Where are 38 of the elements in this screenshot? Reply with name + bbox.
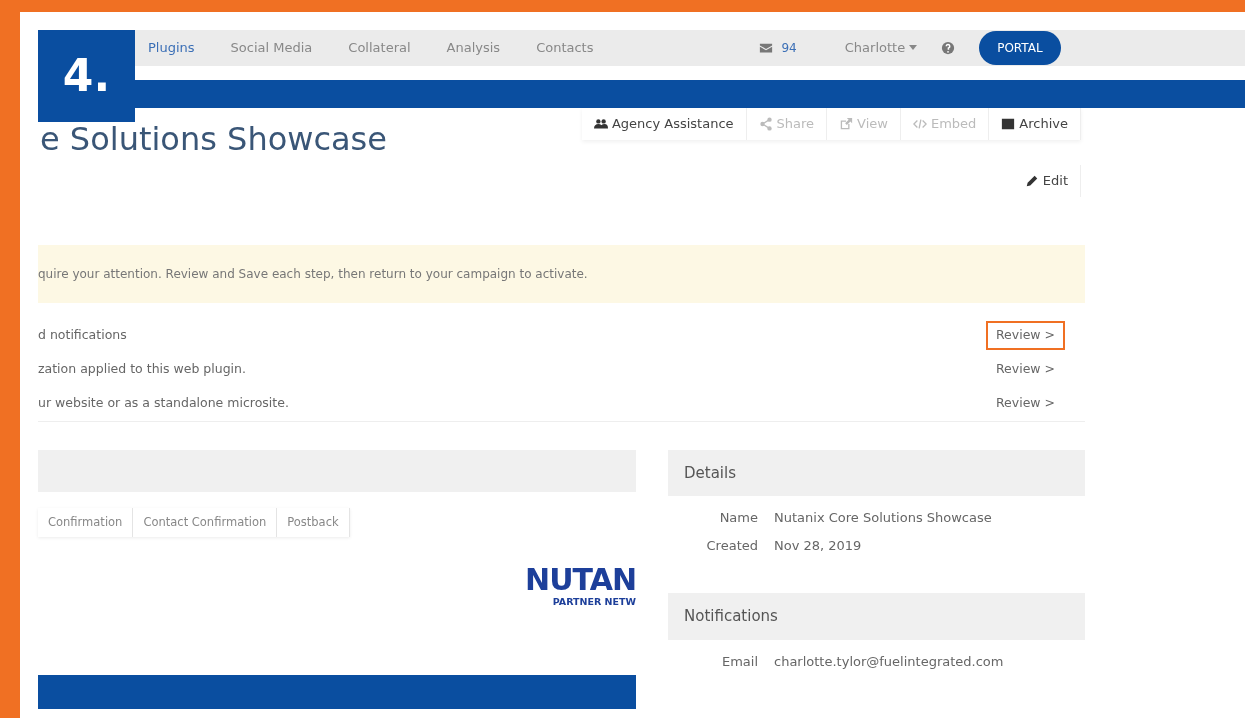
pencil-icon bbox=[1024, 173, 1039, 188]
field-label: Name bbox=[718, 509, 758, 528]
help-icon[interactable] bbox=[941, 41, 956, 55]
logo-tagline: PARTNER NETW bbox=[552, 594, 636, 609]
review-button[interactable]: Review > bbox=[985, 321, 1065, 351]
step-text: zation applied to this web plugin. bbox=[38, 360, 246, 379]
field-label: Created bbox=[705, 536, 758, 555]
step-text: d notifications bbox=[38, 326, 127, 345]
step-text: ur website or as a standalone microsite. bbox=[38, 394, 289, 413]
field-value: Nov 28, 2019 bbox=[774, 536, 862, 555]
external-link-icon bbox=[839, 116, 854, 131]
section-title: Details bbox=[668, 449, 1085, 497]
tab[interactable]: Confirmation bbox=[38, 507, 134, 537]
users-icon bbox=[593, 116, 608, 131]
user-menu[interactable]: Charlotte bbox=[844, 38, 918, 58]
logo-name: NUTAN bbox=[525, 564, 636, 595]
action-button[interactable]: Agency Assistance bbox=[581, 108, 747, 140]
section-title: Notifications bbox=[668, 593, 1085, 640]
nav-link[interactable]: Analysis bbox=[446, 38, 501, 58]
action-button[interactable]: Archive bbox=[989, 108, 1081, 140]
portal-button[interactable]: PORTAL bbox=[979, 31, 1061, 65]
nav-link[interactable]: Social Media bbox=[230, 38, 313, 58]
caret-icon bbox=[909, 45, 918, 51]
step-number-badge: 4. bbox=[38, 30, 135, 122]
alert-message: quire your attention. Review and Save each step, then return to your campaign to activate. bbox=[38, 244, 1085, 303]
tab[interactable]: Postback bbox=[277, 507, 350, 537]
field-label: Email bbox=[720, 652, 758, 671]
nav-link[interactable]: Collateral bbox=[348, 38, 411, 58]
nav-link[interactable]: Plugins bbox=[148, 38, 195, 58]
share-icon bbox=[758, 116, 773, 131]
page-title: e Solutions Showcase bbox=[40, 122, 387, 158]
field-value: charlotte.tylor@fuelintegrated.com bbox=[774, 652, 1004, 671]
archive-icon bbox=[1001, 116, 1016, 131]
tab[interactable]: Contact Confirmation bbox=[133, 507, 278, 537]
nav-link[interactable]: Contacts bbox=[536, 38, 594, 58]
mail-icon[interactable] bbox=[759, 41, 774, 55]
mail-count: 94 bbox=[781, 40, 797, 57]
field-value: Nutanix Core Solutions Showcase bbox=[774, 509, 992, 528]
